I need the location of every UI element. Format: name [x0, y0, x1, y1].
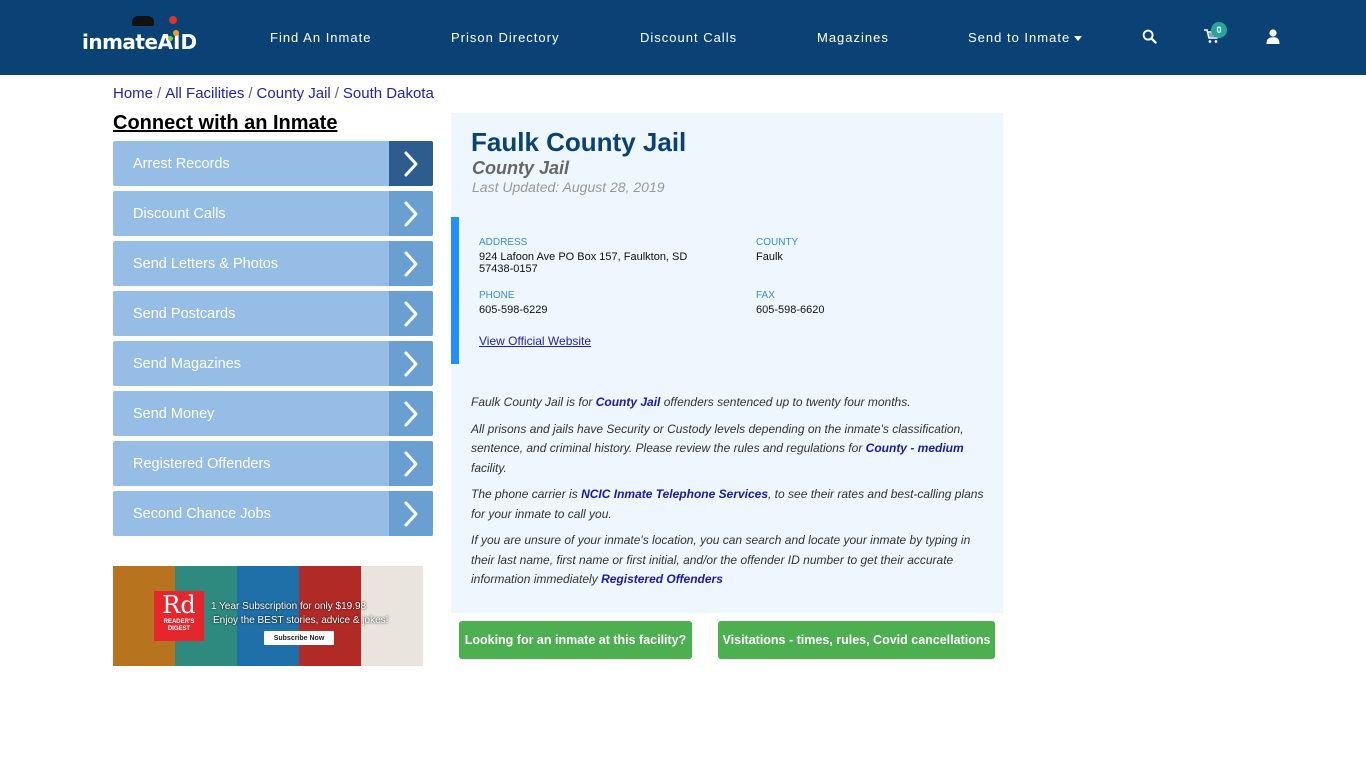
address-line-2: 57438-0157: [479, 263, 538, 275]
chevron-right-icon: [389, 491, 433, 536]
nav-send-to-inmate[interactable]: Send to Inmate: [968, 30, 1083, 45]
ad-headline: 1 Year Subscription for only $19.98: [211, 601, 367, 612]
sidebar-item-label: Registered Offenders: [133, 455, 271, 472]
user-icon: [1266, 28, 1280, 44]
logo-decoration-icon: [168, 36, 173, 41]
ad-subscribe-button[interactable]: Subscribe Now: [264, 631, 334, 645]
county-value: Faulk: [756, 251, 783, 263]
sidebar-item-send-money[interactable]: Send Money: [113, 391, 433, 436]
ad-subheadline: Enjoy the BEST stories, advice & jokes!: [213, 615, 389, 626]
find-inmate-at-facility-button[interactable]: Looking for an inmate at this facility?: [459, 621, 692, 659]
breadcrumb-south-dakota[interactable]: South Dakota: [343, 85, 434, 102]
sidebar-item-label: Send Magazines: [133, 355, 242, 372]
ad-brand-name: READER'S DIGEST: [163, 619, 195, 632]
cart-count-badge: 0: [1211, 22, 1227, 38]
breadcrumb-county-jail[interactable]: County Jail: [257, 85, 331, 102]
sidebar-item-send-letters-photos[interactable]: Send Letters & Photos: [113, 241, 433, 286]
user-account-button[interactable]: [1263, 26, 1283, 46]
nav-find-an-inmate[interactable]: Find An Inmate: [270, 30, 371, 45]
facility-card: Faulk County Jail County Jail Last Updat…: [451, 113, 1003, 613]
phone-label: PHONE: [479, 290, 515, 301]
chevron-right-icon: [389, 141, 433, 186]
sidebar-item-label: Send Letters & Photos: [133, 255, 279, 272]
sidebar-item-send-postcards[interactable]: Send Postcards: [113, 291, 433, 336]
sidebar-menu: Arrest Records Discount Calls Send Lette…: [113, 141, 433, 541]
search-button[interactable]: [1139, 26, 1159, 46]
facility-description: Faulk County Jail is for County Jail off…: [471, 393, 991, 597]
nav-send-to-inmate-label: Send to Inmate: [968, 30, 1071, 45]
search-icon: [1142, 29, 1157, 44]
breadcrumb: Home / All Facilities / County Jail / South Da…: [113, 85, 434, 102]
readers-digest-ad-banner[interactable]: Rd READER'S DIGEST 1 Year Subscription f…: [113, 566, 423, 666]
logo-decoration-icon: [169, 16, 177, 24]
facility-type: County Jail: [472, 158, 570, 178]
inmateaid-logo[interactable]: inmate AID: [82, 16, 197, 54]
logo-decoration-icon: [173, 30, 179, 36]
fax-label: FAX: [756, 290, 775, 301]
chevron-right-icon: [389, 191, 433, 236]
chevron-right-icon: [389, 291, 433, 336]
security-level-link[interactable]: County - medium: [866, 441, 964, 455]
nav-discount-calls[interactable]: Discount Calls: [640, 30, 737, 45]
sidebar-item-arrest-records[interactable]: Arrest Records: [113, 141, 433, 186]
readers-digest-logo: Rd READER'S DIGEST: [154, 591, 204, 641]
sidebar-title: Connect with an Inmate: [113, 112, 338, 134]
address-line-1: 924 Lafoon Ave PO Box 157, Faulkton, SD: [479, 251, 688, 263]
logo-text: inmate: [82, 30, 158, 54]
sidebar-item-label: Arrest Records: [133, 155, 230, 172]
nav-magazines[interactable]: Magazines: [817, 30, 889, 45]
chevron-right-icon: [389, 241, 433, 286]
address-label: ADDRESS: [479, 237, 528, 248]
breadcrumb-separator: /: [334, 85, 339, 102]
sidebar-item-registered-offenders[interactable]: Registered Offenders: [113, 441, 433, 486]
last-updated: Last Updated: August 28, 2019: [472, 179, 665, 195]
description-paragraph: Faulk County Jail is for County Jail off…: [471, 393, 991, 413]
phone-value[interactable]: 605-598-6229: [479, 304, 548, 316]
ad-brand-mark: Rd: [162, 591, 196, 619]
chevron-right-icon: [389, 341, 433, 386]
sidebar-item-label: Second Chance Jobs: [133, 505, 271, 522]
breadcrumb-all-facilities[interactable]: All Facilities: [165, 85, 244, 102]
breadcrumb-home[interactable]: Home: [113, 85, 153, 102]
description-text: The phone carrier is: [471, 487, 582, 501]
logo-hat-icon: [132, 16, 154, 26]
sidebar-item-send-magazines[interactable]: Send Magazines: [113, 341, 433, 386]
description-paragraph: If you are unsure of your inmate's locat…: [471, 531, 991, 590]
description-paragraph: The phone carrier is NCIC Inmate Telepho…: [471, 485, 991, 524]
sidebar-item-label: Send Money: [133, 405, 215, 422]
chevron-right-icon: [389, 441, 433, 486]
breadcrumb-separator: /: [157, 85, 162, 102]
breadcrumb-separator: /: [248, 85, 253, 102]
description-text: offenders sentenced up to twenty four mo…: [660, 395, 911, 409]
caret-down-icon: [1074, 36, 1083, 42]
official-website-link[interactable]: View Official Website: [479, 334, 591, 348]
registered-offenders-link[interactable]: Registered Offenders: [601, 572, 723, 586]
chevron-right-icon: [389, 391, 433, 436]
county-jail-link[interactable]: County Jail: [596, 395, 661, 409]
description-text: facility.: [471, 460, 507, 475]
county-label: COUNTY: [756, 237, 799, 248]
nav-prison-directory[interactable]: Prison Directory: [451, 30, 559, 45]
sidebar-item-label: Discount Calls: [133, 205, 226, 222]
sidebar-item-second-chance-jobs[interactable]: Second Chance Jobs: [113, 491, 433, 536]
sidebar-item-label: Send Postcards: [133, 305, 236, 322]
visitations-button[interactable]: Visitations - times, rules, Covid cancel…: [718, 621, 995, 659]
facility-name: Faulk County Jail: [471, 127, 687, 157]
top-navbar: inmate AID Find An Inmate Prison Directo…: [0, 0, 1366, 75]
sidebar-item-discount-calls[interactable]: Discount Calls: [113, 191, 433, 236]
fax-value: 605-598-6620: [756, 304, 825, 316]
facility-contact-info: ADDRESS 924 Lafoon Ave PO Box 157, Faulk…: [451, 217, 1003, 364]
phone-carrier-link[interactable]: NCIC Inmate Telephone Services: [581, 487, 768, 501]
description-text: Faulk County Jail is for: [471, 395, 596, 409]
description-paragraph: All prisons and jails have Security or C…: [471, 420, 991, 479]
